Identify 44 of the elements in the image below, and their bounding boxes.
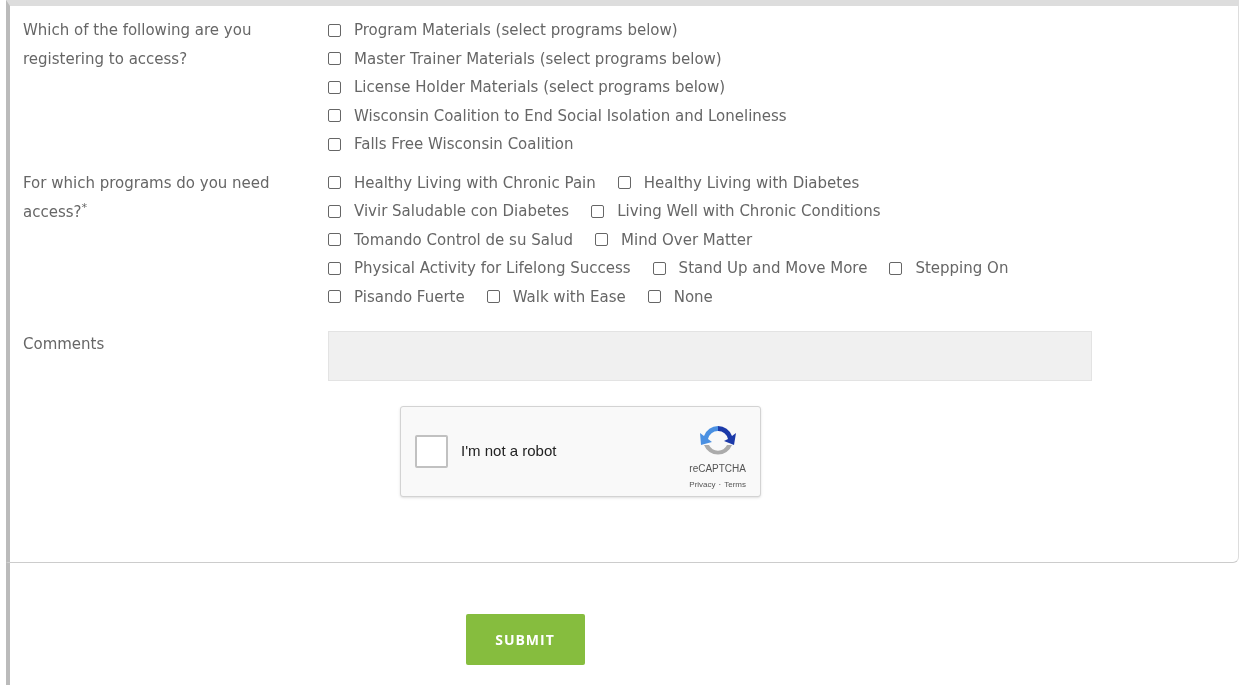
checkbox-label: License Holder Materials (select programs below): [354, 77, 726, 98]
link-separator: ·: [718, 478, 722, 491]
checkbox[interactable]: [328, 204, 341, 218]
robot-checkbox[interactable]: [415, 435, 448, 468]
checkbox[interactable]: [328, 52, 341, 66]
checkbox[interactable]: [889, 261, 903, 275]
checkbox[interactable]: [328, 23, 341, 37]
checkbox[interactable]: [328, 137, 341, 151]
checkbox-label: Stepping On: [915, 258, 1009, 279]
checkbox-label: Vivir Saludable con Diabetes: [354, 201, 570, 222]
privacy-link[interactable]: Privacy: [689, 478, 716, 491]
checkbox[interactable]: [328, 176, 341, 190]
checkbox[interactable]: [328, 109, 341, 123]
terms-link[interactable]: Terms: [724, 478, 746, 491]
question-label: For which programs do you need access?$^{*}$: [23, 172, 271, 223]
checkbox-label: Wisconsin Coalition to End Social Isolation and Loneliness: [354, 105, 787, 127]
checkbox-label: Master Trainer Materials (select programs below): [354, 48, 722, 70]
comments-label: Comments: [23, 334, 106, 355]
checkbox-label: Living Well with Chronic Conditions: [617, 201, 881, 222]
checkbox-label: Physical Activity for Lifelong Success: [354, 258, 631, 279]
checkbox-label: Program Materials (select programs below): [354, 20, 678, 41]
checkbox[interactable]: [486, 290, 500, 304]
checkbox[interactable]: [328, 80, 341, 94]
checkbox[interactable]: [328, 290, 341, 304]
checkbox-label: Healthy Living with Diabetes: [643, 172, 860, 194]
checkbox-label: Mind Over Matter: [621, 229, 753, 251]
checkbox[interactable]: [595, 233, 609, 247]
checkbox[interactable]: [652, 261, 666, 275]
captcha-label: I'm not a robot: [461, 441, 558, 462]
checkbox-label: Healthy Living with Chronic Pain: [354, 172, 596, 194]
checkbox-label: Stand Up and Move More: [678, 258, 868, 279]
question-label: Which of the following are you registering to access?: [23, 20, 253, 70]
checkbox-label: Walk with Ease: [512, 286, 626, 308]
checkbox[interactable]: [647, 290, 661, 304]
comments-field[interactable]: [328, 331, 1092, 381]
checkbox-label: Tomando Control de su Salud: [354, 229, 574, 251]
checkbox[interactable]: [328, 261, 341, 275]
checkbox-label: None: [673, 286, 713, 308]
checkbox-label: Falls Free Wisconsin Coalition: [354, 134, 574, 155]
checkbox[interactable]: [617, 176, 631, 190]
checkbox-label: Pisando Fuerte: [354, 286, 465, 308]
recaptcha-brand: reCAPTCHA: [689, 461, 746, 476]
checkbox[interactable]: [591, 204, 605, 218]
checkbox[interactable]: [328, 233, 341, 247]
